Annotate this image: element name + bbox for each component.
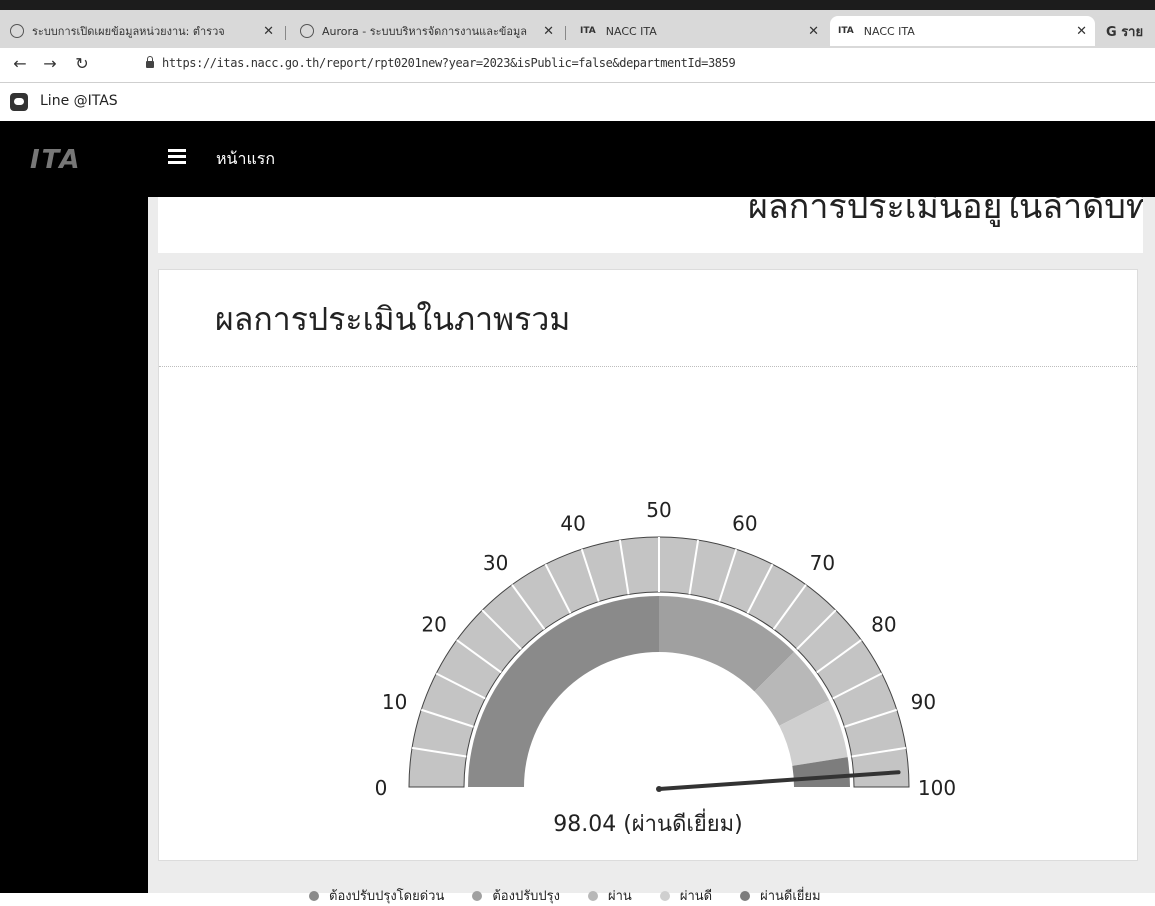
gauge-tick-label: 90 <box>911 690 936 714</box>
browser-tab[interactable]: ระบบการเปิดเผยข้อมูลหน่วยงาน: ตำรวจ ✕ <box>2 16 282 46</box>
overall-result-card: ผลการประเมินในภาพรวม 0 10 20 30 40 50 60 70 80 90… <box>158 269 1138 904</box>
score-gauge: 0 10 20 30 40 50 60 70 80 90 100 <box>375 498 956 800</box>
legend-dot-icon <box>309 890 319 901</box>
globe-icon <box>10 24 24 38</box>
legend-dot-icon <box>588 890 599 901</box>
gauge-tick-label: 20 <box>421 613 446 637</box>
url-field[interactable]: https://itas.nacc.go.th/report/rpt0201ne… <box>162 56 736 70</box>
tab-separator <box>285 26 286 40</box>
ranking-panel: ผลการประเมินอยู่ในลำดับที่ 3 <box>158 197 1143 253</box>
ita-favicon-icon: ITA <box>580 26 596 36</box>
app-header: ITA หน้าแรก <box>0 121 1155 197</box>
back-arrow-icon[interactable]: ← <box>10 54 30 73</box>
gauge-tick-label: 40 <box>560 512 585 536</box>
gauge-tick-label: 0 <box>375 776 388 800</box>
ita-logo[interactable]: ITA <box>30 145 82 175</box>
ranking-title: ผลการประเมินอยู่ในลำดับที่ 3 <box>748 197 1143 227</box>
nav-home-link[interactable]: หน้าแรก <box>216 147 275 172</box>
browser-tab[interactable]: G ราย <box>1098 16 1155 46</box>
bookmark-line-itas[interactable]: Line @ITAS <box>40 93 118 109</box>
bookmarks-bar: Line @ITAS <box>0 83 1155 121</box>
legend-label: ต้องปรับปรุง <box>492 889 561 904</box>
aurora-icon <box>300 24 314 38</box>
gauge-tick-label: 80 <box>871 613 896 637</box>
legend-label: ผ่านดี <box>679 889 713 904</box>
legend-item[interactable]: ต้องปรับปรุงโดยด่วน <box>309 885 444 906</box>
gauge-tick-label: 100 <box>918 776 956 800</box>
gauge-tick-label: 10 <box>382 690 407 714</box>
legend-label: ผ่านดีเยี่ยม <box>760 889 821 904</box>
legend-dot-icon <box>740 890 751 901</box>
tab-title: Aurora - ระบบบริหารจัดการงานและข้อมูล <box>322 25 527 38</box>
main-content: ผลการประเมินอยู่ในลำดับที่ 3 ผลการประเมิ… <box>148 197 1155 904</box>
tab-title: NACC ITA <box>605 24 657 38</box>
gauge-tick-label: 60 <box>732 512 757 536</box>
legend-item[interactable]: ผ่าน <box>588 885 632 906</box>
reload-icon[interactable]: ↻ <box>72 54 92 73</box>
tab-separator <box>565 26 566 40</box>
legend-label: ผ่าน <box>608 889 632 904</box>
gauge-tick-label: 30 <box>483 551 508 575</box>
sidebar <box>0 197 148 893</box>
gauge-value-label: 98.04 (ผ่านดีเยี่ยม) <box>553 812 743 837</box>
gauge-legend: ต้องปรับปรุงโดยด่วน ต้องปรับปรุง ผ่าน ผ่านด… <box>309 885 849 906</box>
close-icon[interactable]: ✕ <box>1076 24 1087 39</box>
close-icon[interactable]: ✕ <box>263 24 274 39</box>
ita-favicon-icon: ITA <box>838 26 854 36</box>
tab-title: NACC ITA <box>863 24 915 38</box>
browser-tab[interactable]: ITA NACC ITA ✕ <box>572 16 827 46</box>
hamburger-menu-icon[interactable] <box>168 149 186 164</box>
line-chat-icon <box>10 93 28 111</box>
close-icon[interactable]: ✕ <box>543 24 554 39</box>
browser-tab-active[interactable]: ITA NACC ITA ✕ <box>830 16 1095 46</box>
legend-label: ต้องปรับปรุงโดยด่วน <box>329 889 445 904</box>
browser-tab[interactable]: Aurora - ระบบบริหารจัดการงานและข้อมูล ✕ <box>292 16 562 46</box>
address-bar-row: ← → ↻ https://itas.nacc.go.th/report/rpt… <box>0 48 1155 83</box>
legend-dot-icon <box>659 890 670 901</box>
legend-item[interactable]: ผ่านดี <box>659 885 713 906</box>
forward-arrow-icon[interactable]: → <box>40 54 60 73</box>
gauge-tick-label: 50 <box>646 498 671 522</box>
gauge-needle-hub <box>656 786 662 792</box>
gauge-tick-label: 70 <box>810 551 835 575</box>
browser-tab-strip: ระบบการเปิดเผยข้อมูลหน่วยงาน: ตำรวจ ✕ Au… <box>0 10 1155 48</box>
legend-item[interactable]: ผ่านดีเยี่ยม <box>740 885 821 906</box>
window-top-edge <box>0 0 1155 10</box>
close-icon[interactable]: ✕ <box>808 24 819 39</box>
legend-dot-icon <box>472 890 483 901</box>
tab-title: ระบบการเปิดเผยข้อมูลหน่วยงาน: ตำรวจ <box>32 25 225 38</box>
lock-icon <box>146 56 154 68</box>
tab-title: G ราย <box>1106 24 1144 40</box>
legend-item[interactable]: ต้องปรับปรุง <box>472 885 560 906</box>
